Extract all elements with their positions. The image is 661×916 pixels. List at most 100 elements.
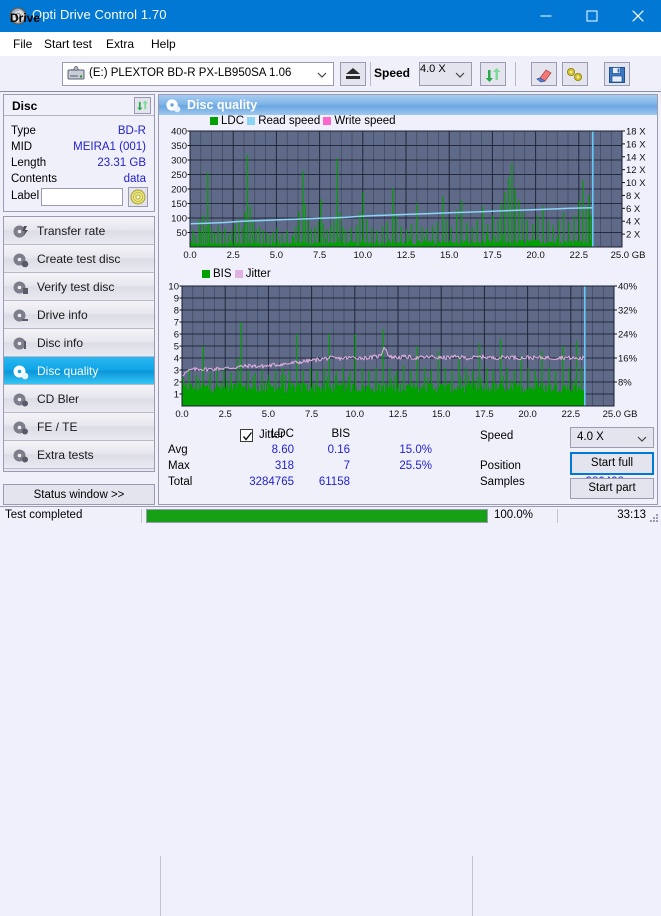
disc-row-mid: MID MEIRA1 (001) <box>3 141 153 157</box>
menu-bar: File Start test Extra Help <box>0 32 661 56</box>
sidebar-item-label: CD Bler <box>37 392 80 406</box>
menu-item-start-test[interactable]: Start test <box>37 36 99 53</box>
status-window-button[interactable]: Status window >> <box>3 484 155 505</box>
eject-button[interactable] <box>340 62 366 86</box>
svg-text:10.0: 10.0 <box>346 409 365 420</box>
value-bis-avg: 0.16 <box>327 444 350 456</box>
chevron-down-icon <box>637 434 647 446</box>
status-bar: Test completed 100.0% 33:13 <box>0 506 661 524</box>
row-label-max: Max <box>168 460 190 472</box>
disc-label-input[interactable] <box>41 188 123 206</box>
svg-text:6: 6 <box>174 330 179 341</box>
disc-panel-header: Disc <box>4 95 154 116</box>
disc-panel-title: Disc <box>12 99 38 113</box>
svg-text:300: 300 <box>171 156 187 167</box>
app-window: Opti Drive Control 1.70 File Start test … <box>0 0 661 916</box>
status-message: Test completed <box>5 509 83 521</box>
svg-text:7.5: 7.5 <box>305 409 318 420</box>
tools-button[interactable] <box>562 62 588 86</box>
sidebar-item-fe-te[interactable]: FE / TE <box>4 413 154 441</box>
svg-text:24%: 24% <box>618 330 638 341</box>
jitter-label: Jitter <box>259 429 284 441</box>
start-full-button[interactable]: Start full <box>570 452 654 475</box>
progress-percent: 100.0% <box>494 509 534 521</box>
value-jitter-avg: 15.0% <box>399 444 432 456</box>
disc-row-key: MID <box>11 141 33 153</box>
statusbar-divider-2 <box>557 509 558 523</box>
speed-value: 4.0 X <box>420 63 446 75</box>
svg-text:400: 400 <box>171 127 187 138</box>
resize-grip[interactable] <box>647 511 659 523</box>
svg-text:6 X: 6 X <box>626 204 641 215</box>
save-button[interactable] <box>604 62 630 86</box>
svg-text:18 X: 18 X <box>626 127 646 138</box>
sidebar-item-label: Verify test disc <box>37 280 115 294</box>
menu-item-extra[interactable]: Extra <box>99 36 141 53</box>
test-speed-select[interactable]: 4.0 X <box>570 427 654 448</box>
disc-row-length: Length 23.31 GB <box>3 157 153 173</box>
sidebar-item-label: Drive info <box>37 308 88 322</box>
maximize-button[interactable] <box>569 0 615 32</box>
disc-label-key: Label <box>11 190 40 202</box>
svg-text:150: 150 <box>171 199 187 210</box>
sidebar-item-disc-quality[interactable]: Disc quality <box>4 357 154 385</box>
sidebar-item-create-test-disc[interactable]: Create test disc <box>4 245 154 273</box>
legend-swatch <box>323 117 332 125</box>
refresh-button[interactable] <box>480 62 506 86</box>
sidebar-item-verify-test-disc[interactable]: Verify test disc <box>4 273 154 301</box>
disc-row-value: data <box>123 173 146 185</box>
menu-item-file[interactable]: File <box>6 36 39 53</box>
row-label-total: Total <box>168 476 193 488</box>
svg-text:15.0: 15.0 <box>432 409 451 420</box>
window-title: Opti Drive Control 1.70 <box>32 7 167 22</box>
svg-text:5.0: 5.0 <box>270 250 283 261</box>
sidebar-item-cd-bler[interactable]: CD Bler <box>4 385 154 413</box>
value-ldc-max: 318 <box>274 460 294 472</box>
speed-select[interactable]: 4.0 X <box>419 62 472 86</box>
disc-quality-icon <box>165 97 181 113</box>
svg-text:20.0: 20.0 <box>518 409 537 420</box>
svg-text:12.5: 12.5 <box>389 409 408 420</box>
erase-button[interactable] <box>531 62 557 86</box>
start-part-button[interactable]: Start part <box>570 478 654 499</box>
toolbar-separator-2 <box>515 62 516 86</box>
menu-item-help[interactable]: Help <box>144 36 183 53</box>
svg-text:22.5: 22.5 <box>570 250 589 261</box>
disc-create-icon <box>12 251 29 268</box>
svg-text:8: 8 <box>174 306 179 317</box>
chevron-down-icon <box>455 70 465 82</box>
stats-divider-left <box>160 856 161 916</box>
disc-row-key: Type <box>11 125 36 137</box>
statusbar-divider-1 <box>141 509 142 523</box>
jitter-checkbox[interactable] <box>240 429 253 442</box>
speed-label: Speed <box>374 66 411 80</box>
bis-jitter-chart: 1 2 3 4 5 6 7 8 9 10 8% 16% 24% 32% 40% 0.0 2.5 5.0 7.5 10.… <box>160 268 656 424</box>
svg-text:8%: 8% <box>618 378 632 389</box>
legend-swatch <box>202 270 210 278</box>
disc-label-button[interactable] <box>128 187 148 207</box>
value-bis-total: 61158 <box>318 476 350 488</box>
disc-row-value: BD-R <box>117 125 146 137</box>
close-button[interactable] <box>615 0 661 32</box>
svg-text:4 X: 4 X <box>626 217 641 228</box>
value-bis-max: 7 <box>343 460 350 472</box>
sidebar-item-transfer-rate[interactable]: Transfer rate <box>4 217 154 245</box>
drive-value: (E:) PLEXTOR BD-R PX-LB950SA 1.06 <box>89 67 292 79</box>
toolbar-separator-1 <box>370 62 371 86</box>
minimize-button[interactable] <box>523 0 569 32</box>
svg-text:32%: 32% <box>618 306 638 317</box>
svg-text:10.0: 10.0 <box>354 250 373 261</box>
svg-text:8 X: 8 X <box>626 191 641 202</box>
sidebar-item-drive-info[interactable]: Drive info <box>4 301 154 329</box>
sidebar-item-extra-tests[interactable]: Extra tests <box>4 441 154 469</box>
drive-select[interactable]: (E:) PLEXTOR BD-R PX-LB950SA 1.06 <box>62 62 334 86</box>
legend-label: Read speed <box>258 115 324 127</box>
svg-text:2: 2 <box>174 378 179 389</box>
sidebar-item-disc-info[interactable]: Disc info <box>4 329 154 357</box>
svg-text:25.0 GB: 25.0 GB <box>611 250 646 261</box>
disc-row-key: Contents <box>11 173 58 185</box>
legend-swatch <box>234 270 243 278</box>
sidebar-item-label: Transfer rate <box>37 224 106 238</box>
disc-refresh-button[interactable] <box>134 97 151 114</box>
value-ldc-avg: 8.60 <box>271 444 294 456</box>
